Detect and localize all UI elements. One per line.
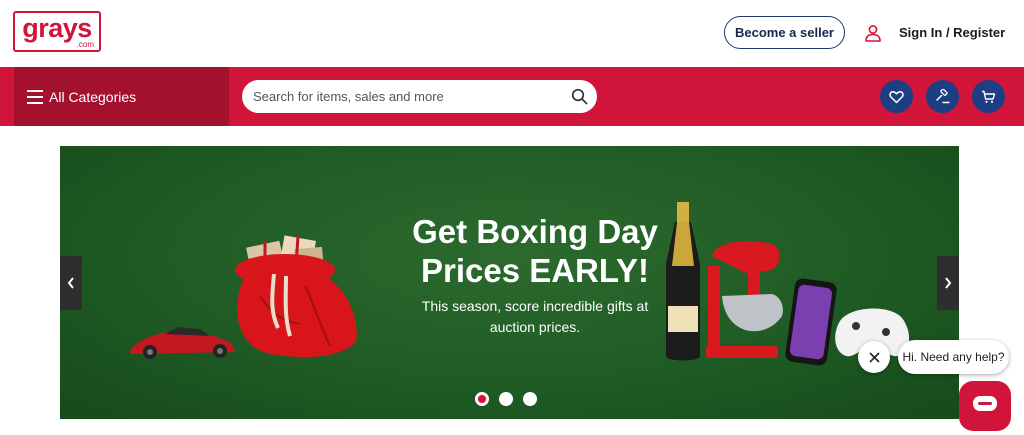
banner-subline-line2: auction prices.: [489, 319, 581, 335]
chat-open-button[interactable]: [959, 381, 1011, 431]
banner-subline: This season, score incredible gifts at a…: [350, 296, 720, 338]
main-nav-bar: All Categories Search for items, sales a…: [0, 67, 1024, 126]
carousel-dots: [475, 392, 537, 406]
banner-headline: Get Boxing Day Prices EARLY!: [350, 212, 720, 290]
site-header: grays .com Become a seller Sign In / Reg…: [0, 0, 1024, 67]
gavel-icon: [936, 89, 950, 104]
become-seller-button[interactable]: Become a seller: [724, 16, 845, 49]
all-categories-button[interactable]: All Categories: [14, 67, 229, 126]
santa-sack-illustration: [235, 235, 357, 358]
search-input[interactable]: Search for items, sales and more: [242, 80, 597, 113]
close-icon: [868, 351, 880, 363]
user-icon[interactable]: [864, 24, 882, 42]
carousel-dot-3[interactable]: [523, 392, 537, 406]
red-car-illustration: [130, 327, 235, 359]
chevron-left-icon: [67, 277, 74, 289]
chat-close-button[interactable]: [858, 341, 890, 373]
heart-icon: [889, 90, 904, 103]
bids-button[interactable]: [926, 80, 959, 113]
hamburger-icon: [27, 89, 43, 104]
cart-button[interactable]: [972, 80, 1005, 113]
carousel-prev-button[interactable]: [60, 256, 82, 310]
signin-register-link[interactable]: Sign In / Register: [899, 24, 1005, 42]
carousel-dot-1[interactable]: [475, 392, 489, 406]
carousel-next-button[interactable]: [937, 256, 959, 310]
logo-word: grays: [22, 13, 92, 43]
search-icon[interactable]: [571, 88, 588, 105]
chat-icon: [973, 396, 997, 411]
watchlist-button[interactable]: [880, 80, 913, 113]
chat-prompt-bubble[interactable]: Hi. Need any help?: [898, 340, 1009, 374]
chevron-right-icon: [945, 277, 952, 289]
grays-logo[interactable]: grays .com: [13, 11, 101, 52]
banner-headline-line2: Prices EARLY!: [420, 252, 650, 289]
hero-banner[interactable]: Get Boxing Day Prices EARLY! This season…: [60, 146, 959, 419]
banner-headline-line1: Get Boxing Day: [412, 213, 658, 250]
banner-subline-line1: This season, score incredible gifts at: [421, 298, 649, 314]
carousel-dot-2[interactable]: [499, 392, 513, 406]
search-placeholder: Search for items, sales and more: [253, 89, 444, 104]
logo-domain: .com: [76, 40, 94, 49]
cart-icon: [982, 90, 996, 103]
smartphone-illustration: [785, 278, 837, 366]
all-categories-label: All Categories: [49, 88, 137, 105]
